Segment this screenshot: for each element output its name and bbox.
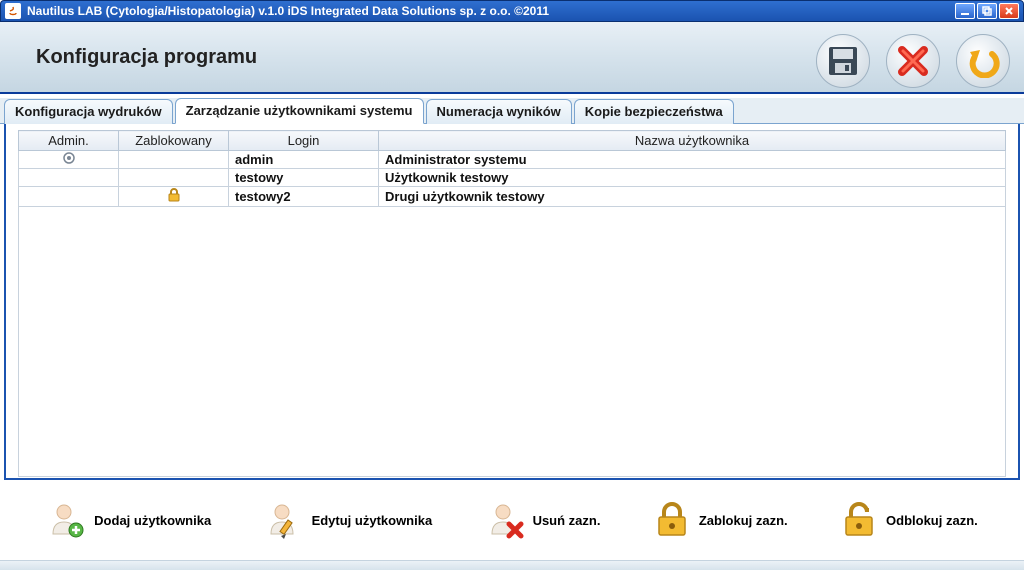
user-add-icon xyxy=(46,500,86,540)
lock-icon xyxy=(168,188,180,202)
action-label: Dodaj użytkownika xyxy=(94,513,211,528)
cell-username: Użytkownik testowy xyxy=(379,169,1006,187)
add-user-button[interactable]: Dodaj użytkownika xyxy=(46,500,211,540)
action-label: Zablokuj zazn. xyxy=(699,513,788,528)
cell-admin xyxy=(19,151,119,169)
save-button[interactable] xyxy=(816,34,870,88)
table-row[interactable]: testowy Użytkownik testowy xyxy=(19,169,1006,187)
tab-user-management[interactable]: Zarządzanie użytkownikami systemu xyxy=(175,98,424,124)
undo-arrow-icon xyxy=(966,44,1000,78)
title-bar: Nautilus LAB (Cytologia/Histopatologia) … xyxy=(0,0,1024,22)
col-login[interactable]: Login xyxy=(229,131,379,151)
minimize-button[interactable] xyxy=(955,3,975,19)
unlock-user-button[interactable]: Odblokuj zazn. xyxy=(840,501,978,539)
action-label: Odblokuj zazn. xyxy=(886,513,978,528)
cell-username: Drugi użytkownik testowy xyxy=(379,187,1006,207)
cell-locked xyxy=(119,187,229,207)
cell-locked xyxy=(119,151,229,169)
cell-login: testowy xyxy=(229,169,379,187)
user-delete-icon xyxy=(485,500,525,540)
bottom-strip xyxy=(0,560,1024,570)
lock-open-icon xyxy=(840,501,878,539)
content-panel: Admin. Zablokowany Login Nazwa użytkowni… xyxy=(4,124,1020,480)
table-row[interactable]: testowy2 Drugi użytkownik testowy xyxy=(19,187,1006,207)
tab-result-numbering[interactable]: Numeracja wyników xyxy=(426,99,572,124)
cell-locked xyxy=(119,169,229,187)
cell-admin xyxy=(19,169,119,187)
header: Konfiguracja programu xyxy=(0,22,1024,94)
window-title: Nautilus LAB (Cytologia/Histopatologia) … xyxy=(27,4,549,18)
window-controls xyxy=(955,3,1019,19)
col-locked[interactable]: Zablokowany xyxy=(119,131,229,151)
cell-login: admin xyxy=(229,151,379,169)
col-username[interactable]: Nazwa użytkownika xyxy=(379,131,1006,151)
cell-username: Administrator systemu xyxy=(379,151,1006,169)
action-bar: Dodaj użytkownika Edytuj użytkownika Usu… xyxy=(0,480,1024,560)
lock-closed-icon xyxy=(653,501,691,539)
cell-admin xyxy=(19,187,119,207)
close-button[interactable] xyxy=(999,3,1019,19)
cell-login: testowy2 xyxy=(229,187,379,207)
tab-backups[interactable]: Kopie bezpieczeństwa xyxy=(574,99,734,124)
edit-user-button[interactable]: Edytuj użytkownika xyxy=(264,500,433,540)
radio-checked-icon xyxy=(63,152,75,164)
undo-button[interactable] xyxy=(956,34,1010,88)
tab-bar: Konfiguracja wydruków Zarządzanie użytko… xyxy=(0,98,1024,124)
floppy-disk-icon xyxy=(825,43,861,79)
col-admin[interactable]: Admin. xyxy=(19,131,119,151)
table-row[interactable]: admin Administrator systemu xyxy=(19,151,1006,169)
x-icon xyxy=(896,44,930,78)
page-title: Konfiguracja programu xyxy=(36,46,257,69)
table-empty-area xyxy=(18,207,1006,477)
java-icon xyxy=(5,3,21,19)
action-label: Edytuj użytkownika xyxy=(312,513,433,528)
cancel-button[interactable] xyxy=(886,34,940,88)
users-table[interactable]: Admin. Zablokowany Login Nazwa użytkowni… xyxy=(18,130,1006,207)
delete-user-button[interactable]: Usuń zazn. xyxy=(485,500,601,540)
tab-print-config[interactable]: Konfiguracja wydruków xyxy=(4,99,173,124)
lock-user-button[interactable]: Zablokuj zazn. xyxy=(653,501,788,539)
user-edit-icon xyxy=(264,500,304,540)
maximize-button[interactable] xyxy=(977,3,997,19)
action-label: Usuń zazn. xyxy=(533,513,601,528)
table-header-row: Admin. Zablokowany Login Nazwa użytkowni… xyxy=(19,131,1006,151)
